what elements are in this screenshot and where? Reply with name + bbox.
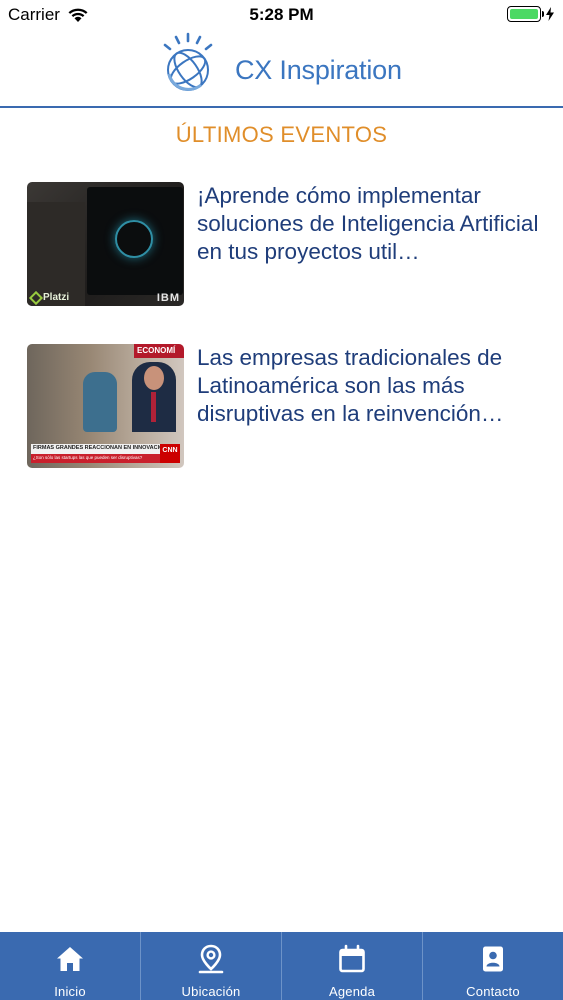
battery-indicator <box>507 6 555 22</box>
tab-contacto[interactable]: Contacto <box>423 932 563 1000</box>
cnn-logo: CNN <box>160 444 180 463</box>
bottom-tab-bar: Inicio Ubicación Agenda Contacto <box>0 932 563 1000</box>
news-item[interactable]: Platzi IBM ¡Aprende cómo implementar sol… <box>27 182 547 306</box>
battery-icon <box>507 6 544 22</box>
tab-agenda[interactable]: Agenda <box>282 932 423 1000</box>
tab-label: Inicio <box>54 984 86 999</box>
thumbnail-anchor-face <box>144 366 164 390</box>
thumbnail-subline: ¿Son sólo las startups las que pueden se… <box>31 454 161 463</box>
platzi-label: Platzi <box>43 292 70 303</box>
status-bar: Carrier 5:28 PM <box>0 0 563 30</box>
thumbnail-headline-band: FIRMAS GRANDES REACCIONAN EN INNOVACIÓN <box>31 444 161 454</box>
thumbnail-person <box>83 372 117 432</box>
tab-label: Ubicación <box>181 984 241 999</box>
section-title: ÚLTIMOS EVENTOS <box>175 122 388 147</box>
tab-label: Agenda <box>328 984 376 999</box>
news-title[interactable]: Las empresas tradicionales de Latinoamér… <box>197 344 542 428</box>
calendar-icon <box>339 944 365 973</box>
platzi-mark-icon <box>28 290 44 305</box>
battery-fill <box>510 9 538 19</box>
home-icon <box>57 947 83 971</box>
news-thumbnail[interactable]: Platzi IBM <box>27 182 184 306</box>
thumbnail-globe-glow <box>115 220 153 258</box>
battery-tip <box>542 11 544 17</box>
tab-label: Contacto <box>466 984 520 999</box>
platzi-logo: Platzi <box>28 290 70 305</box>
ibm-globe-logo-icon <box>163 32 213 91</box>
thumbnail-section-tag: ECONOMÍ <box>134 344 184 358</box>
location-pin-icon <box>198 944 224 974</box>
news-thumbnail[interactable]: ECONOMÍ FIRMAS GRANDES REACCIONAN EN INN… <box>27 344 184 468</box>
news-item[interactable]: ECONOMÍ FIRMAS GRANDES REACCIONAN EN INN… <box>27 344 547 468</box>
app-header: CX Inspiration <box>0 30 563 108</box>
contact-card-icon <box>483 946 503 972</box>
app-brand-title: CX Inspiration <box>235 55 402 85</box>
tab-ubicacion[interactable]: Ubicación <box>141 932 282 1000</box>
status-time: 5:28 PM <box>249 5 314 24</box>
ibm-logo: IBM <box>156 292 180 304</box>
news-title[interactable]: ¡Aprende cómo implementar soluciones de … <box>197 182 542 266</box>
thumbnail-anchor-tie <box>151 392 156 422</box>
charging-bolt-icon <box>546 7 554 21</box>
tab-inicio[interactable]: Inicio <box>0 932 141 1000</box>
